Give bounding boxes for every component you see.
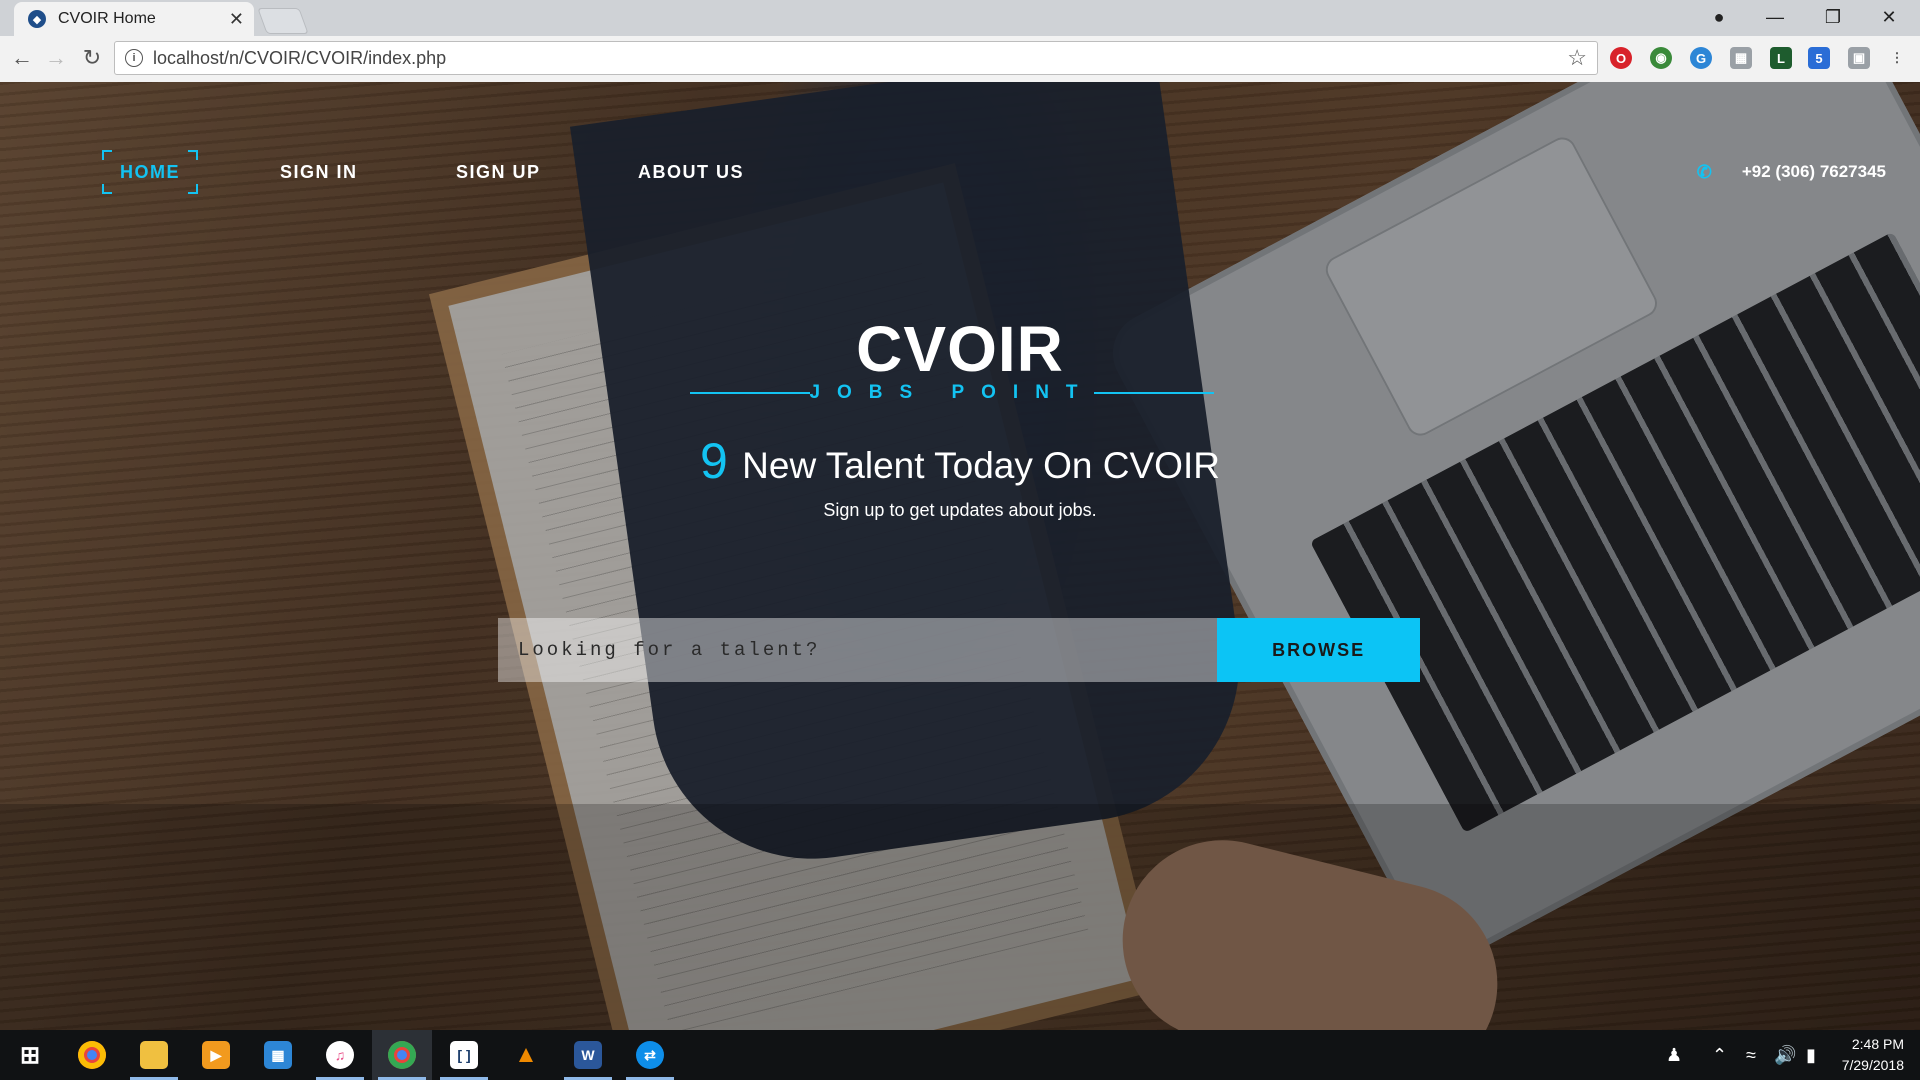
browse-button[interactable]: BROWSE: [1217, 618, 1420, 682]
info-icon[interactable]: i: [125, 49, 143, 67]
search-input[interactable]: [498, 618, 1218, 682]
subline: Sign up to get updates about jobs.: [823, 500, 1097, 520]
chevron-up-icon[interactable]: ⌃: [1712, 1030, 1727, 1080]
file-explorer-icon[interactable]: [124, 1030, 184, 1080]
browser-tab[interactable]: ◆ CVOIR Home ✕: [14, 2, 254, 36]
grid-extension-icon[interactable]: ▦: [1730, 47, 1752, 69]
minimize-button[interactable]: —: [1752, 0, 1798, 34]
close-icon[interactable]: ✕: [229, 9, 244, 30]
lower-band: [0, 804, 1920, 1030]
people-icon[interactable]: ♟: [1666, 1030, 1682, 1080]
phone-number: +92 (306) 7627345: [1741, 162, 1886, 181]
back-icon[interactable]: ←: [6, 42, 38, 74]
clock-time: 2:48 PM: [1851, 1036, 1904, 1052]
reload-icon[interactable]: ↻: [76, 42, 108, 74]
headline: 9 New Talent Today On CVOIR: [0, 432, 1920, 490]
globe-extension-icon[interactable]: ◉: [1650, 47, 1672, 69]
media-player-icon[interactable]: ▶: [186, 1030, 246, 1080]
talent-count: 9: [700, 433, 728, 489]
opera-extension-icon[interactable]: O: [1610, 47, 1632, 69]
battery-icon[interactable]: ▮: [1806, 1030, 1816, 1080]
browser-toolbar: ← → ↻ i localhost/n/CVOIR/CVOIR/index.ph…: [0, 36, 1920, 83]
cast-extension-icon[interactable]: ▣: [1848, 47, 1870, 69]
html5-extension-icon[interactable]: 5: [1808, 47, 1830, 69]
grammar-extension-icon[interactable]: G: [1690, 47, 1712, 69]
talent-search-form: BROWSE: [498, 618, 1420, 682]
window-close-button[interactable]: ✕: [1866, 0, 1912, 34]
store-icon[interactable]: ▦: [248, 1030, 308, 1080]
brand-title: CVOIR: [856, 313, 1064, 385]
new-tab-button[interactable]: [257, 8, 309, 34]
headline-text: New Talent Today On CVOIR: [742, 445, 1220, 486]
windows-taskbar: ⊞ ▶ ▦ ♫ [ ] ▲ W ⇄ ♟ ⌃ ≈ 🔊 ▮ 2:48 PM 7/29…: [0, 1030, 1920, 1080]
nav-about-us[interactable]: ABOUT US: [638, 152, 744, 192]
phone-contact[interactable]: ✆ +92 (306) 7627345: [1697, 152, 1886, 192]
l-extension-icon[interactable]: L: [1770, 47, 1792, 69]
word-icon[interactable]: W: [558, 1030, 618, 1080]
url-text[interactable]: localhost/n/CVOIR/CVOIR/index.php: [153, 48, 1567, 69]
wifi-icon[interactable]: ≈: [1746, 1030, 1756, 1080]
windows-start-icon[interactable]: ⊞: [0, 1030, 60, 1080]
chrome-icon[interactable]: [62, 1030, 122, 1080]
phone-icon: ✆: [1696, 162, 1712, 182]
site-nav: HOME SIGN IN SIGN UP ABOUT US ✆ +92 (306…: [0, 150, 1920, 194]
system-clock[interactable]: 2:48 PM 7/29/2018: [1842, 1034, 1904, 1076]
volume-icon[interactable]: 🔊: [1774, 1030, 1796, 1080]
nav-sign-up[interactable]: SIGN UP: [456, 152, 541, 192]
vlc-icon[interactable]: ▲: [496, 1030, 556, 1080]
menu-icon[interactable]: ⋮: [1886, 47, 1908, 69]
restore-button[interactable]: ❐: [1810, 0, 1856, 34]
tagline-row: JOBS POINT: [690, 378, 1214, 408]
teamviewer-icon[interactable]: ⇄: [620, 1030, 680, 1080]
tagline-rule-right: [1094, 392, 1214, 394]
shield-icon: ◆: [28, 10, 46, 28]
itunes-icon[interactable]: ♫: [310, 1030, 370, 1080]
clock-date: 7/29/2018: [1841, 1057, 1904, 1073]
nav-home[interactable]: HOME: [120, 152, 180, 192]
tab-title: CVOIR Home: [58, 10, 156, 27]
hero-section: HOME SIGN IN SIGN UP ABOUT US ✆ +92 (306…: [0, 82, 1920, 1030]
chrome-active-icon[interactable]: [372, 1030, 432, 1080]
browser-tab-strip: ◆ CVOIR Home ✕ ● — ❐ ✕: [0, 0, 1920, 36]
bracket-app-icon[interactable]: [ ]: [434, 1030, 494, 1080]
profile-icon[interactable]: ●: [1696, 0, 1742, 34]
star-icon[interactable]: ☆: [1567, 45, 1587, 71]
forward-icon[interactable]: →: [40, 42, 72, 74]
address-bar[interactable]: i localhost/n/CVOIR/CVOIR/index.php ☆: [114, 41, 1598, 75]
nav-sign-in[interactable]: SIGN IN: [280, 152, 358, 192]
